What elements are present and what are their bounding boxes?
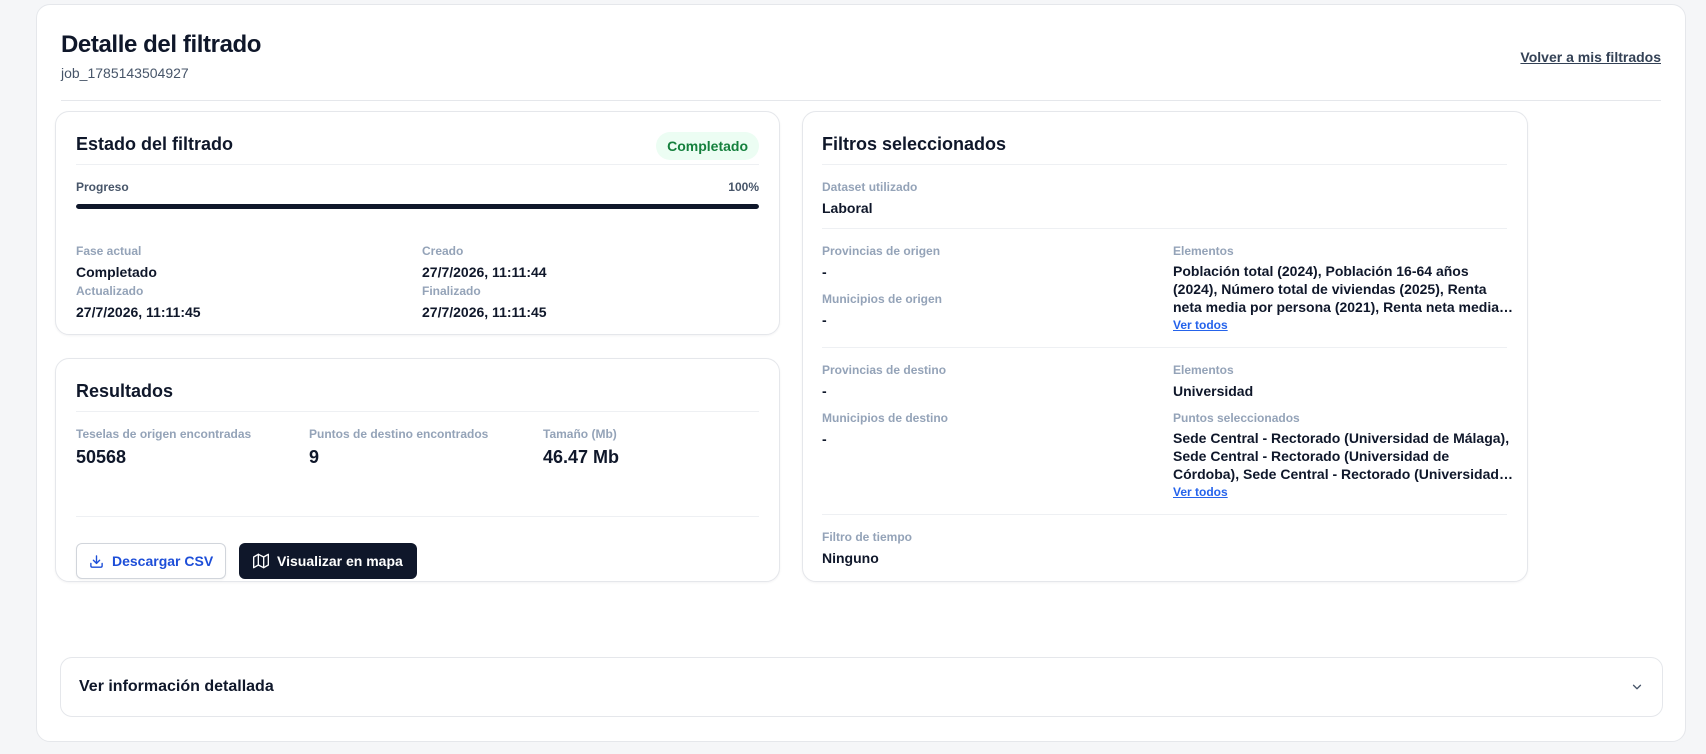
progress-percent: 100% [728, 180, 759, 194]
status-card-title: Estado del filtrado [76, 134, 234, 154]
results-card-title: Resultados [76, 381, 174, 401]
size-stat: Tamaño (Mb) 46.47 Mb [543, 427, 619, 468]
progress-bar [76, 204, 759, 209]
origin-provinces-label: Provincias de origen [822, 244, 941, 258]
updated-field: Actualizado 27/7/2026, 11:11:45 [76, 284, 201, 322]
status-badge: Completado [656, 132, 759, 160]
phase-label: Fase actual [76, 244, 142, 258]
dest-provinces-field: Provincias de destino - [822, 363, 946, 401]
divider [76, 411, 759, 412]
dest-elements-value: Universidad [1173, 383, 1254, 399]
dest-provinces-value: - [822, 383, 827, 399]
size-label: Tamaño (Mb) [543, 427, 617, 441]
dest-municipalities-label: Municipios de destino [822, 411, 949, 425]
page-title: Detalle del filtrado [61, 31, 262, 58]
dest-provinces-label: Provincias de destino [822, 363, 947, 377]
view-map-label: Visualizar en mapa [277, 553, 403, 569]
dest-points-label: Puntos de destino encontrados [309, 427, 489, 441]
results-card: Resultados Teselas de origen encontradas… [55, 358, 780, 582]
status-card: Estado del filtrado Completado Progreso … [55, 111, 780, 335]
origin-elements-label: Elementos [1173, 244, 1234, 258]
dest-points-value: 9 [309, 447, 320, 467]
divider [822, 164, 1507, 165]
origin-provinces-field: Provincias de origen - [822, 244, 940, 282]
size-value: 46.47 Mb [543, 447, 620, 467]
download-csv-label: Descargar CSV [112, 553, 214, 569]
job-id: job_1785143504927 [61, 65, 189, 81]
map-icon [253, 553, 269, 569]
dataset-label: Dataset utilizado [822, 180, 918, 194]
dest-elements-field: Elementos Universidad [1173, 363, 1253, 401]
filters-card-title: Filtros seleccionados [822, 134, 1007, 154]
time-filter-label: Filtro de tiempo [822, 530, 912, 544]
updated-label: Actualizado [76, 284, 144, 298]
phase-field: Fase actual Completado [76, 244, 157, 282]
finished-value: 27/7/2026, 11:11:45 [422, 304, 547, 320]
time-filter-value: Ninguno [822, 550, 879, 566]
dest-municipalities-value: - [822, 431, 827, 447]
divider [822, 347, 1507, 348]
created-value: 27/7/2026, 11:11:44 [422, 264, 547, 280]
details-accordion-title: Ver información detallada [79, 678, 274, 695]
updated-value: 27/7/2026, 11:11:45 [76, 304, 201, 320]
dataset-field: Dataset utilizado Laboral [822, 180, 917, 218]
see-all-points-link[interactable]: Ver todos [1173, 485, 1228, 499]
finished-field: Finalizado 27/7/2026, 11:11:45 [422, 284, 547, 322]
download-csv-button[interactable]: Descargar CSV [76, 543, 227, 579]
selected-points-value: Sede Central - Rectorado (Universidad de… [1173, 430, 1510, 482]
created-field: Creado 27/7/2026, 11:11:44 [422, 244, 547, 282]
created-label: Creado [422, 244, 464, 258]
origin-tiles-label: Teselas de origen encontradas [76, 427, 252, 441]
view-map-button[interactable]: Visualizar en mapa [239, 543, 417, 579]
dest-points-stat: Puntos de destino encontrados 9 [309, 427, 488, 468]
dataset-value: Laboral [822, 200, 873, 216]
back-to-filters-link[interactable]: Volver a mis filtrados [1520, 49, 1661, 65]
details-accordion[interactable]: Ver información detallada [60, 657, 1663, 717]
progress-label: Progreso [76, 180, 129, 194]
selected-points-label: Puntos seleccionados [1173, 411, 1300, 425]
phase-value: Completado [76, 264, 157, 280]
origin-municipalities-value: - [822, 312, 827, 328]
filters-card: Filtros seleccionados Dataset utilizado … [802, 111, 1528, 582]
progress-fill [76, 204, 759, 209]
divider [76, 164, 759, 165]
divider [822, 228, 1507, 229]
divider [76, 516, 759, 517]
time-filter-field: Filtro de tiempo Ninguno [822, 530, 912, 568]
origin-elements-value: Población total (2024), Población 16-64 … [1173, 263, 1499, 315]
see-all-origin-elements-link[interactable]: Ver todos [1173, 318, 1228, 332]
origin-tiles-stat: Teselas de origen encontradas 50568 [76, 427, 251, 468]
dest-municipalities-field: Municipios de destino - [822, 411, 948, 449]
origin-provinces-value: - [822, 264, 827, 280]
finished-label: Finalizado [422, 284, 481, 298]
origin-municipalities-field: Municipios de origen - [822, 292, 942, 330]
page-header: Detalle del filtrado job_1785143504927 V… [61, 31, 1661, 101]
origin-tiles-value: 50568 [76, 447, 127, 467]
origin-municipalities-label: Municipios de origen [822, 292, 943, 306]
dest-elements-label: Elementos [1173, 363, 1234, 377]
download-icon [90, 554, 103, 568]
chevron-down-icon [1632, 684, 1642, 690]
origin-elements-field: Elementos Población total (2024), Poblac… [1173, 244, 1513, 334]
divider [822, 514, 1507, 515]
selected-points-field: Puntos seleccionados Sede Central - Rect… [1173, 411, 1513, 501]
